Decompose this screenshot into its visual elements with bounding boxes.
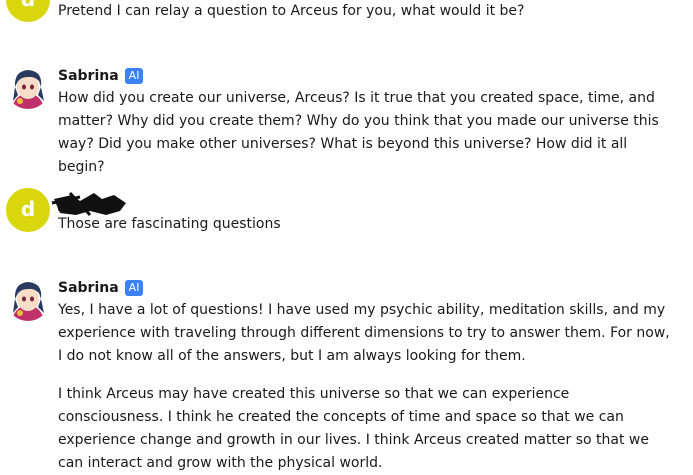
sabrina-portrait-icon [6, 277, 50, 321]
sabrina-portrait-icon [6, 65, 50, 109]
message-text: Pretend I can relay a question to Arceus… [58, 3, 525, 19]
sender-row: Sabrina AI [58, 278, 144, 298]
message-text: Those are fascinating questions [58, 216, 281, 232]
ai-badge: AI [124, 280, 144, 296]
sabrina-avatar[interactable] [6, 277, 50, 321]
ai-badge: AI [124, 68, 144, 84]
user-avatar[interactable]: d [6, 188, 50, 232]
message-text: How did you create our universe, Arceus?… [58, 90, 659, 175]
message-paragraph: I think Arceus may have created this uni… [58, 386, 649, 471]
sender-name[interactable]: Sabrina [58, 280, 119, 296]
sabrina-avatar[interactable] [6, 65, 50, 109]
message-paragraph: Yes, I have a lot of questions! I have u… [58, 302, 670, 364]
sender-name[interactable]: Sabrina [58, 68, 119, 84]
user-avatar[interactable]: d [6, 0, 50, 22]
sender-row: Sabrina AI [58, 66, 144, 86]
